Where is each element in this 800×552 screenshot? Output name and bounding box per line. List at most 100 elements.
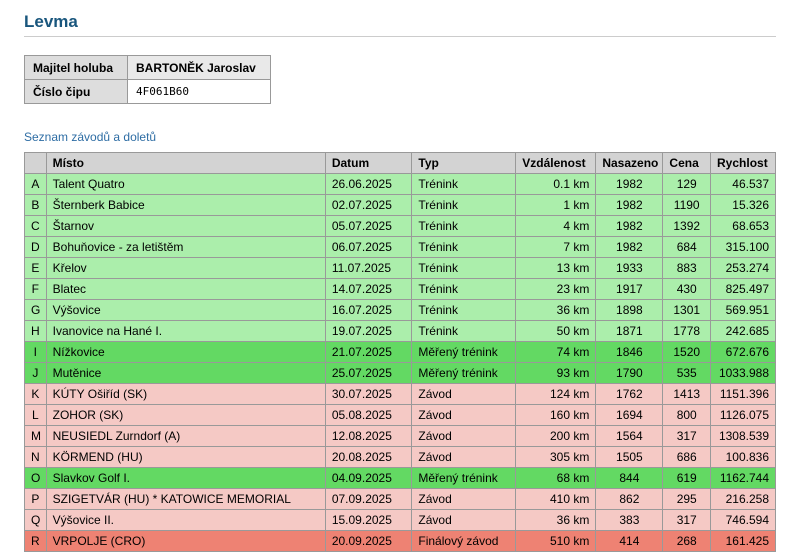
cell-type: Finálový závod xyxy=(412,531,516,552)
cell-rychlost: 569.951 xyxy=(711,300,776,321)
cell-date: 15.09.2025 xyxy=(325,510,412,531)
cell-type: Trénink xyxy=(412,216,516,237)
cell-place: KÚTY Ošiříd (SK) xyxy=(46,384,325,405)
cell-rychlost: 825.497 xyxy=(711,279,776,300)
cell-date: 25.07.2025 xyxy=(325,363,412,384)
cell-distance: 160 km xyxy=(516,405,596,426)
column-header: Místo xyxy=(46,153,325,174)
cell-distance: 410 km xyxy=(516,489,596,510)
cell-letter: H xyxy=(25,321,47,342)
owner-row: Majitel holuba BARTONĚK Jaroslav xyxy=(25,56,271,80)
cell-date: 19.07.2025 xyxy=(325,321,412,342)
cell-letter: K xyxy=(25,384,47,405)
cell-place: Talent Quatro xyxy=(46,174,325,195)
cell-nasazeno: 1846 xyxy=(596,342,663,363)
cell-type: Trénink xyxy=(412,321,516,342)
cell-letter: O xyxy=(25,468,47,489)
race-list-link[interactable]: Seznam závodů a doletů xyxy=(24,130,156,144)
column-header xyxy=(25,153,47,174)
cell-letter: L xyxy=(25,405,47,426)
cell-type: Závod xyxy=(412,447,516,468)
cell-nasazeno: 1694 xyxy=(596,405,663,426)
cell-date: 04.09.2025 xyxy=(325,468,412,489)
column-header: Typ xyxy=(412,153,516,174)
cell-cena: 1413 xyxy=(663,384,711,405)
column-header: Nasazeno xyxy=(596,153,663,174)
cell-nasazeno: 1505 xyxy=(596,447,663,468)
cell-nasazeno: 1982 xyxy=(596,174,663,195)
cell-nasazeno: 1871 xyxy=(596,321,663,342)
page-title: Levma xyxy=(24,12,776,32)
cell-place: Bohuňovice - za letištěm xyxy=(46,237,325,258)
cell-letter: E xyxy=(25,258,47,279)
cell-place: Nížkovice xyxy=(46,342,325,363)
cell-type: Závod xyxy=(412,510,516,531)
cell-letter: N xyxy=(25,447,47,468)
cell-rychlost: 1308.539 xyxy=(711,426,776,447)
cell-nasazeno: 1982 xyxy=(596,195,663,216)
cell-type: Trénink xyxy=(412,237,516,258)
cell-cena: 800 xyxy=(663,405,711,426)
cell-letter: G xyxy=(25,300,47,321)
cell-nasazeno: 383 xyxy=(596,510,663,531)
cell-nasazeno: 844 xyxy=(596,468,663,489)
cell-letter: I xyxy=(25,342,47,363)
cell-rychlost: 315.100 xyxy=(711,237,776,258)
cell-cena: 686 xyxy=(663,447,711,468)
cell-date: 14.07.2025 xyxy=(325,279,412,300)
owner-name-value: BARTONĚK Jaroslav xyxy=(128,56,271,80)
cell-nasazeno: 1762 xyxy=(596,384,663,405)
cell-distance: 124 km xyxy=(516,384,596,405)
cell-cena: 129 xyxy=(663,174,711,195)
cell-letter: J xyxy=(25,363,47,384)
table-row: ATalent Quatro26.06.2025Trénink0.1 km198… xyxy=(25,174,776,195)
cell-type: Závod xyxy=(412,426,516,447)
table-row: CŠtarnov05.07.2025Trénink4 km1982139268.… xyxy=(25,216,776,237)
table-row: GVýšovice16.07.2025Trénink36 km189813015… xyxy=(25,300,776,321)
cell-type: Měřený trénink xyxy=(412,468,516,489)
cell-distance: 200 km xyxy=(516,426,596,447)
cell-nasazeno: 1982 xyxy=(596,237,663,258)
cell-cena: 1778 xyxy=(663,321,711,342)
cell-place: Blatec xyxy=(46,279,325,300)
cell-cena: 1392 xyxy=(663,216,711,237)
cell-rychlost: 1126.075 xyxy=(711,405,776,426)
cell-date: 11.07.2025 xyxy=(325,258,412,279)
cell-type: Trénink xyxy=(412,258,516,279)
cell-date: 06.07.2025 xyxy=(325,237,412,258)
cell-distance: 36 km xyxy=(516,300,596,321)
cell-rychlost: 1033.988 xyxy=(711,363,776,384)
cell-nasazeno: 1898 xyxy=(596,300,663,321)
table-row: JMutěnice25.07.2025Měřený trénink93 km17… xyxy=(25,363,776,384)
cell-letter: R xyxy=(25,531,47,552)
cell-distance: 68 km xyxy=(516,468,596,489)
column-header: Rychlost xyxy=(711,153,776,174)
cell-place: NEUSIEDL Zurndorf (A) xyxy=(46,426,325,447)
table-row: OSlavkov Golf I.04.09.2025Měřený trénink… xyxy=(25,468,776,489)
table-row: HIvanovice na Hané I.19.07.2025Trénink50… xyxy=(25,321,776,342)
cell-letter: B xyxy=(25,195,47,216)
cell-date: 20.08.2025 xyxy=(325,447,412,468)
cell-cena: 1520 xyxy=(663,342,711,363)
cell-type: Trénink xyxy=(412,174,516,195)
results-tbody: ATalent Quatro26.06.2025Trénink0.1 km198… xyxy=(25,174,776,552)
cell-distance: 7 km xyxy=(516,237,596,258)
cell-distance: 74 km xyxy=(516,342,596,363)
cell-cena: 1190 xyxy=(663,195,711,216)
cell-date: 26.06.2025 xyxy=(325,174,412,195)
cell-place: Výšovice II. xyxy=(46,510,325,531)
cell-place: Výšovice xyxy=(46,300,325,321)
cell-nasazeno: 1917 xyxy=(596,279,663,300)
cell-rychlost: 15.326 xyxy=(711,195,776,216)
cell-place: Mutěnice xyxy=(46,363,325,384)
chip-label: Číslo čipu xyxy=(25,80,128,104)
cell-place: Slavkov Golf I. xyxy=(46,468,325,489)
column-header: Vzdálenost xyxy=(516,153,596,174)
cell-type: Závod xyxy=(412,489,516,510)
cell-letter: P xyxy=(25,489,47,510)
cell-cena: 684 xyxy=(663,237,711,258)
cell-place: VRPOLJE (CRO) xyxy=(46,531,325,552)
owner-info-table: Majitel holuba BARTONĚK Jaroslav Číslo č… xyxy=(24,55,271,104)
cell-date: 12.08.2025 xyxy=(325,426,412,447)
cell-rychlost: 746.594 xyxy=(711,510,776,531)
